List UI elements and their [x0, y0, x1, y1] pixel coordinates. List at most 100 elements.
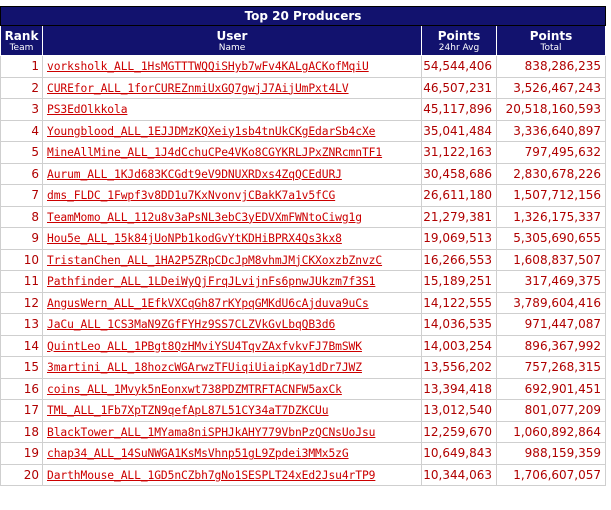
points-avg-column-header: Points 24hr Avg [421, 25, 497, 56]
user-link[interactable]: Hou5e_ALL_15k84jUoNPb1kodGvYtKDHiBPRX4Qs… [47, 232, 342, 245]
user-link[interactable]: coins_ALL_1Mvyk5nEonxwt738PDZMTRFTACNFW5… [47, 383, 342, 396]
user-link[interactable]: Aurum_ALL_1KJd683KCGdt9eV9DNUXRDxs4ZqQCE… [47, 168, 342, 181]
points-total-cell: 5,305,690,655 [495, 227, 607, 250]
rank-cell: 18 [0, 420, 43, 443]
table-row: 5 MineAllMine_ALL_1J4dCchuCPe4VKo8CGYKRLJ… [0, 141, 607, 164]
user-cell: Aurum_ALL_1KJd683KCGdt9eV9DNUXRDxs4ZqQCE… [42, 162, 422, 185]
table-row: 4 Youngblood_ALL_1EJJDMzKQXeiy1sb4tnUkCKg… [0, 119, 607, 142]
points-total-cell: 3,789,604,416 [495, 291, 607, 314]
points-avg-cell: 45,117,896 [421, 98, 497, 121]
user-cell: TeamMomo_ALL_112u8v3aPsNL3ebC3yEDVXmFWNt… [42, 205, 422, 228]
points-avg-header-label: Points [437, 28, 481, 43]
points-total-cell: 20,518,160,593 [495, 98, 607, 121]
points-avg-cell: 35,041,484 [421, 119, 497, 142]
table-row: 9 Hou5e_ALL_15k84jUoNPb1kodGvYtKDHiBPRX4Q… [0, 227, 607, 250]
points-avg-cell: 10,344,063 [421, 463, 497, 486]
user-link[interactable]: BlackTower_ALL_1MYama8niSPHJkAHY779VbnPz… [47, 426, 375, 439]
user-cell: DarthMouse_ALL_1GD5nCZbh7gNo1SESPLT24xEd… [42, 463, 422, 486]
user-link[interactable]: PS3EdOlkkola [47, 103, 128, 116]
user-link[interactable]: CUREfor_ALL_1forCUREZnmiUxGQ7gwjJ7AijUmP… [47, 82, 349, 95]
table-row: 3 PS3EdOlkkola 45,117,896 20,518,160,593 [0, 98, 607, 121]
points-total-cell: 757,268,315 [495, 356, 607, 379]
user-cell: 3martini_ALL_18hozcWGArwzTFUiqiUiaipKay1… [42, 356, 422, 379]
user-link[interactable]: Pathfinder_ALL_1LDeiWyQjFrqJLvijnFs6pnwJ… [47, 275, 375, 288]
table-row: 15 3martini_ALL_18hozcWGArwzTFUiqiUiaipKa… [0, 356, 607, 379]
rank-cell: 17 [0, 399, 43, 422]
rank-header-label: Rank [4, 28, 39, 43]
points-avg-cell: 10,649,843 [421, 442, 497, 465]
user-cell: dms_FLDC_1Fwpf3v8DD1u7KxNvonvjCBakK7a1v5… [42, 184, 422, 207]
user-cell: PS3EdOlkkola [42, 98, 422, 121]
points-avg-cell: 26,611,180 [421, 184, 497, 207]
rank-cell: 12 [0, 291, 43, 314]
points-avg-cell: 16,266,553 [421, 248, 497, 271]
rank-column-header: Rank Team [0, 25, 43, 56]
points-total-cell: 1,060,892,864 [495, 420, 607, 443]
user-link[interactable]: TML_ALL_1Fb7XpTZN9qefApL87L51CY34aT7DZKC… [47, 404, 329, 417]
points-avg-cell: 46,507,231 [421, 76, 497, 99]
user-link[interactable]: DarthMouse_ALL_1GD5nCZbh7gNo1SESPLT24xEd… [47, 469, 375, 482]
producers-table: Top 20 Producers Rank Team User Name Poi… [0, 6, 607, 486]
rank-cell: 11 [0, 270, 43, 293]
table-row: 19 chap34_ALL_14SuNWGA1KsMsVhnp51gL9Zpdei… [0, 442, 607, 465]
points-total-cell: 896,367,992 [495, 334, 607, 357]
rank-cell: 14 [0, 334, 43, 357]
points-total-cell: 1,507,712,156 [495, 184, 607, 207]
user-cell: Hou5e_ALL_15k84jUoNPb1kodGvYtKDHiBPRX4Qs… [42, 227, 422, 250]
user-cell: BlackTower_ALL_1MYama8niSPHJkAHY779VbnPz… [42, 420, 422, 443]
user-link[interactable]: JaCu_ALL_1CS3MaN9ZGfFYHz9SS7CLZVkGvLbqQB… [47, 318, 335, 331]
points-avg-cell: 19,069,513 [421, 227, 497, 250]
user-link[interactable]: dms_FLDC_1Fwpf3v8DD1u7KxNvonvjCBakK7a1v5… [47, 189, 335, 202]
user-link[interactable]: TristanChen_ALL_1HA2P5ZRpCDcJpM8vhmJMjCK… [47, 254, 382, 267]
points-avg-cell: 14,003,254 [421, 334, 497, 357]
producers-table-container: Top 20 Producers Rank Team User Name Poi… [0, 6, 607, 486]
points-avg-cell: 14,122,555 [421, 291, 497, 314]
user-link[interactable]: Youngblood_ALL_1EJJDMzKQXeiy1sb4tnUkCKgE… [47, 125, 375, 138]
table-row: 16 coins_ALL_1Mvyk5nEonxwt738PDZMTRFTACNF… [0, 377, 607, 400]
points-total-cell: 801,077,209 [495, 399, 607, 422]
table-row: 11 Pathfinder_ALL_1LDeiWyQjFrqJLvijnFs6pn… [0, 270, 607, 293]
user-link[interactable]: MineAllMine_ALL_1J4dCchuCPe4VKo8CGYKRLJP… [47, 146, 382, 159]
points-avg-cell: 30,458,686 [421, 162, 497, 185]
table-row: 7 dms_FLDC_1Fwpf3v8DD1u7KxNvonvjCBakK7a1v… [0, 184, 607, 207]
table-row: 8 TeamMomo_ALL_112u8v3aPsNL3ebC3yEDVXmFWN… [0, 205, 607, 228]
points-total-cell: 971,447,087 [495, 313, 607, 336]
user-link[interactable]: QuintLeo_ALL_1PBgt8QzHMviYSU4TqvZAxfvkvF… [47, 340, 362, 353]
points-total-header-sub: Total [540, 42, 562, 53]
rank-cell: 2 [0, 76, 43, 99]
user-cell: QuintLeo_ALL_1PBgt8QzHMviYSU4TqvZAxfvkvF… [42, 334, 422, 357]
user-link[interactable]: chap34_ALL_14SuNWGA1KsMsVhnp51gL9Zpdei3M… [47, 447, 349, 460]
user-link[interactable]: TeamMomo_ALL_112u8v3aPsNL3ebC3yEDVXmFWNt… [47, 211, 362, 224]
user-link[interactable]: AngusWern_ALL_1EfkVXCqGh87rKYpqGMKdU6cAj… [47, 297, 369, 310]
user-cell: TML_ALL_1Fb7XpTZN9qefApL87L51CY34aT7DZKC… [42, 399, 422, 422]
rank-cell: 16 [0, 377, 43, 400]
user-header-sub: Name [218, 42, 246, 53]
table-row: 1 vorksholk_ALL_1HsMGTTTWQQiSHyb7wFv4KALg… [0, 55, 607, 78]
table-row: 14 QuintLeo_ALL_1PBgt8QzHMviYSU4TqvZAxfvk… [0, 334, 607, 357]
rank-cell: 20 [0, 463, 43, 486]
rank-header-sub: Team [9, 42, 34, 53]
table-row: 13 JaCu_ALL_1CS3MaN9ZGfFYHz9SS7CLZVkGvLbq… [0, 313, 607, 336]
rank-cell: 1 [0, 55, 43, 78]
rank-cell: 13 [0, 313, 43, 336]
table-header-row: Rank Team User Name Points 24hr Avg Poin… [0, 25, 607, 56]
points-avg-cell: 15,189,251 [421, 270, 497, 293]
points-total-header-label: Points [529, 28, 573, 43]
points-avg-header-sub: 24hr Avg [438, 42, 480, 53]
points-total-cell: 1,608,837,507 [495, 248, 607, 271]
user-cell: MineAllMine_ALL_1J4dCchuCPe4VKo8CGYKRLJP… [42, 141, 422, 164]
points-avg-cell: 31,122,163 [421, 141, 497, 164]
points-total-cell: 1,326,175,337 [495, 205, 607, 228]
points-avg-cell: 14,036,535 [421, 313, 497, 336]
rank-cell: 8 [0, 205, 43, 228]
points-total-cell: 2,830,678,226 [495, 162, 607, 185]
user-link[interactable]: 3martini_ALL_18hozcWGArwzTFUiqiUiaipKay1… [47, 361, 362, 374]
user-cell: JaCu_ALL_1CS3MaN9ZGfFYHz9SS7CLZVkGvLbqQB… [42, 313, 422, 336]
user-link[interactable]: vorksholk_ALL_1HsMGTTTWQQiSHyb7wFv4KALgA… [47, 60, 369, 73]
points-avg-cell: 13,012,540 [421, 399, 497, 422]
rank-cell: 19 [0, 442, 43, 465]
points-total-cell: 3,336,640,897 [495, 119, 607, 142]
rank-cell: 6 [0, 162, 43, 185]
points-avg-cell: 13,556,202 [421, 356, 497, 379]
points-total-cell: 317,469,375 [495, 270, 607, 293]
